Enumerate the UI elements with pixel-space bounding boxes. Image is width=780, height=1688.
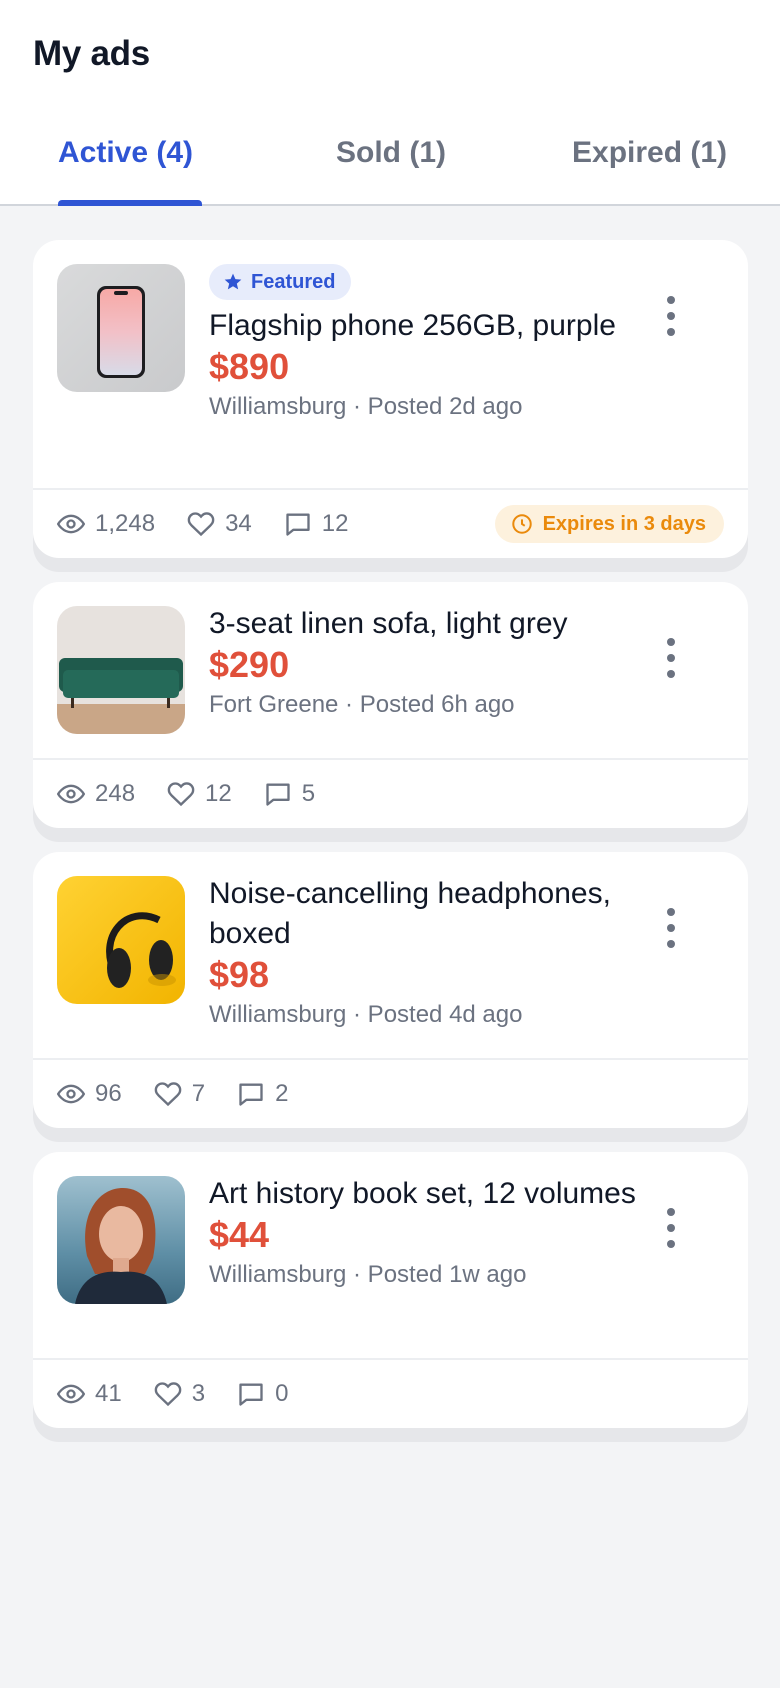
ad-title[interactable]: Art history book set, 12 volumes (209, 1174, 654, 1214)
views-count: 41 (95, 1380, 122, 1407)
likes-count: 12 (205, 780, 232, 807)
comments-count: 2 (275, 1080, 289, 1107)
comment-icon (266, 783, 290, 806)
likes-count: 34 (225, 510, 252, 537)
views-count: 96 (95, 1080, 122, 1107)
likes-count: 7 (191, 1080, 206, 1107)
ad-price: $98 (209, 954, 270, 995)
eye-icon (57, 1384, 85, 1404)
comments-count: 0 (275, 1380, 289, 1407)
ad-card: 3-seat linen sofa, light grey $290 Fort … (33, 582, 748, 842)
ad-card: Noise-cancelling headphones, boxed $98 W… (33, 852, 748, 1142)
ad-card-body[interactable]: 3-seat linen sofa, light grey $290 Fort … (33, 582, 748, 828)
views-count: 248 (95, 780, 136, 807)
likes-count: 3 (191, 1380, 206, 1407)
star-icon (224, 273, 242, 290)
featured-label: Featured (251, 270, 336, 293)
ad-stats: 1,248 34 12 Expires in 3 days (33, 490, 748, 558)
ad-card-body[interactable]: Art history book set, 12 volumes $44 Wil… (33, 1152, 748, 1428)
ad-meta: Williamsburg · Posted 4d ago (209, 1001, 523, 1028)
comments-stat: 2 (237, 1080, 288, 1108)
expires-badge: Expires in 3 days (494, 505, 724, 543)
ad-card: Featured Flagship phone 256GB, purple $8… (33, 240, 748, 572)
eye-icon (57, 514, 85, 534)
more-vertical-icon (667, 296, 675, 304)
more-vertical-icon (667, 1208, 675, 1216)
ad-thumbnail-portrait[interactable] (57, 1176, 185, 1304)
ad-price: $890 (209, 346, 290, 387)
comments-count: 5 (301, 780, 316, 807)
ad-card-body[interactable]: Featured Flagship phone 256GB, purple $8… (33, 240, 748, 558)
ad-meta: Williamsburg · Posted 2d ago (209, 393, 523, 420)
ad-title[interactable]: 3-seat linen sofa, light grey (209, 604, 654, 644)
comment-icon (239, 1083, 263, 1106)
eye-icon (57, 1084, 85, 1104)
tab-bar: Active (4) Sold (1) Expired (1) (0, 130, 780, 206)
ad-meta: Williamsburg · Posted 1w ago (209, 1261, 527, 1288)
comments-count: 12 (321, 510, 349, 537)
ad-meta: Fort Greene · Posted 6h ago (209, 691, 515, 718)
tab-active[interactable]: Active (4) (58, 136, 193, 170)
likes-stat: 34 (187, 510, 252, 538)
tab-expired[interactable]: Expired (1) (572, 136, 727, 170)
views-stat: 1,248 (57, 510, 155, 538)
tab-sold[interactable]: Sold (1) (336, 136, 446, 170)
more-options-button[interactable] (656, 908, 686, 948)
more-vertical-icon (667, 908, 675, 916)
likes-stat: 3 (154, 1380, 205, 1408)
ad-price: $290 (209, 644, 290, 685)
clock-icon (511, 514, 532, 534)
ad-card-body[interactable]: Noise-cancelling headphones, boxed $98 W… (33, 852, 748, 1128)
views-stat: 96 (57, 1080, 122, 1108)
ad-title[interactable]: Noise-cancelling headphones, boxed (209, 874, 654, 954)
views-stat: 248 (57, 780, 135, 808)
comment-icon (239, 1383, 263, 1406)
heart-icon (154, 1382, 181, 1407)
active-tab-indicator (58, 200, 202, 206)
comments-stat: 0 (237, 1380, 288, 1408)
expires-label: Expires in 3 days (542, 512, 706, 535)
likes-stat: 12 (167, 780, 232, 808)
ad-card: Art history book set, 12 volumes $44 Wil… (33, 1152, 748, 1442)
comment-icon (286, 513, 310, 536)
more-vertical-icon (667, 638, 675, 646)
header: My ads Active (4) Sold (1) Expired (1) (0, 0, 780, 206)
eye-icon (57, 784, 85, 804)
featured-badge: Featured (209, 264, 352, 300)
comments-stat: 12 (284, 510, 349, 538)
heart-icon (187, 512, 215, 537)
heart-icon (167, 782, 195, 807)
likes-stat: 7 (154, 1080, 205, 1108)
ad-stats: 41 3 0 (33, 1360, 748, 1428)
more-options-button[interactable] (656, 638, 686, 678)
heart-icon (154, 1082, 181, 1107)
views-count: 1,248 (95, 510, 156, 537)
ad-title[interactable]: Flagship phone 256GB, purple (209, 306, 654, 346)
ad-thumbnail-headphones[interactable] (57, 876, 185, 1004)
ad-price: $44 (209, 1214, 270, 1255)
ad-list: Featured Flagship phone 256GB, purple $8… (33, 240, 748, 1452)
page-title: My ads (33, 34, 150, 73)
ad-stats: 248 12 5 (33, 760, 748, 828)
comments-stat: 5 (264, 780, 315, 808)
ad-stats: 96 7 2 (33, 1060, 748, 1128)
more-options-button[interactable] (656, 296, 686, 336)
ad-thumbnail-phone[interactable] (57, 264, 185, 392)
app: My ads Active (4) Sold (1) Expired (1) F… (0, 0, 780, 1688)
more-options-button[interactable] (656, 1208, 686, 1248)
views-stat: 41 (57, 1380, 122, 1408)
ad-thumbnail-sofa[interactable] (57, 606, 185, 734)
